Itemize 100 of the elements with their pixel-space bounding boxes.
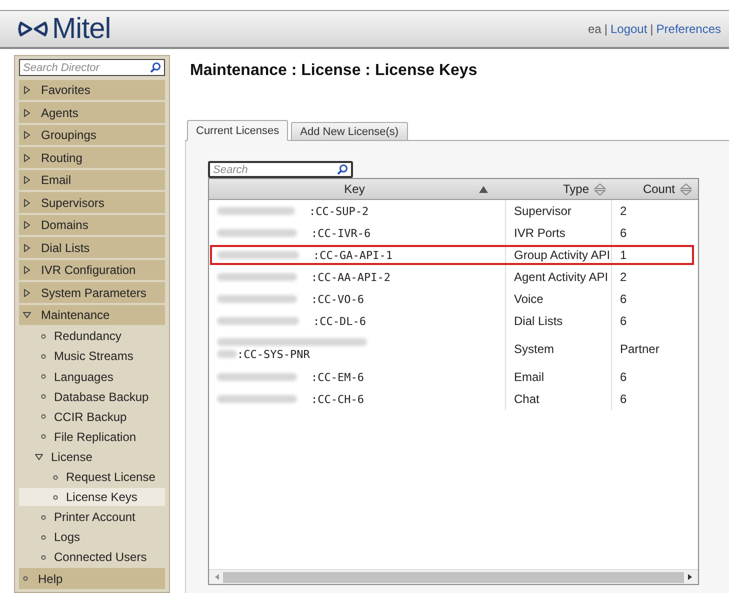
column-header[interactable]: Count (612, 179, 698, 199)
table-row[interactable]: :CC-CH-6 Chat 6 (209, 388, 695, 410)
table-cell-text: 6 (619, 291, 628, 308)
table-cell: :CC-AA-API-2 (311, 270, 390, 284)
table-row[interactable]: :CC-VO-6 Voice 6 (209, 288, 695, 310)
redacted-bar (217, 350, 237, 358)
table-row[interactable]: :CC-IVR-6 IVR Ports 6 (209, 222, 695, 244)
sidebar-item[interactable]: Domains (19, 214, 165, 236)
table-cell: :CC-IVR-6 (311, 226, 371, 240)
logout-link[interactable]: Logout (610, 22, 648, 36)
table-row[interactable]: :CC-SYS-PNR System Partner (209, 332, 695, 366)
table-cell: Dial Lists (506, 310, 612, 332)
table-cell-text: 6 (619, 391, 628, 408)
table-cell: Agent Activity API (506, 266, 612, 288)
collapsed-triangle-icon (23, 176, 31, 184)
sidebar-item[interactable]: License (19, 448, 165, 466)
column-header[interactable]: Type (506, 179, 612, 199)
sidebar-item[interactable]: File Replication (19, 428, 165, 446)
preferences-link[interactable]: Preferences (656, 22, 721, 36)
horizontal-scrollbar[interactable] (209, 569, 698, 584)
table-cell: System (506, 332, 612, 366)
sidebar-item[interactable]: Agents (19, 102, 165, 123)
bullet-icon (41, 554, 46, 560)
sidebar-item[interactable]: Languages (19, 368, 165, 386)
table-cell: IVR Ports (506, 222, 612, 244)
table-row[interactable]: :CC-DL-6 Dial Lists 6 (209, 310, 695, 332)
table-row[interactable]: :CC-AA-API-2 Agent Activity API 2 (209, 266, 695, 288)
table-cell: Group Activity API (506, 244, 612, 266)
sidebar-item[interactable]: IVR Configuration (19, 260, 165, 280)
scroll-left-icon (215, 574, 219, 580)
sidebar-item[interactable]: Logs (19, 528, 165, 546)
tab[interactable]: Current Licenses (187, 120, 288, 141)
sidebar-item[interactable]: Favorites (19, 80, 165, 100)
table-cell: Voice (506, 288, 612, 310)
sidebar-item[interactable]: Supervisors (19, 192, 165, 213)
table-cell: :CC-EM-6 (311, 370, 364, 384)
bullet-icon (53, 474, 58, 480)
bullet-icon (41, 374, 46, 380)
tab[interactable]: Add New License(s) (291, 122, 408, 141)
column-header[interactable]: Key (209, 179, 506, 199)
table-row[interactable]: :CC-EM-6 Email 6 (209, 366, 695, 388)
table-cell-text: Partner (619, 341, 660, 358)
expanded-triangle-icon (23, 311, 31, 320)
separator: | (650, 22, 654, 36)
bullet-icon (41, 534, 46, 540)
collapsed-triangle-icon (23, 221, 31, 230)
search-field[interactable]: Search (208, 161, 353, 178)
search-field[interactable]: Search Director (19, 59, 165, 76)
sidebar-item[interactable]: Connected Users (19, 548, 165, 566)
logo-text: Mitel (52, 12, 111, 46)
bullet-icon (41, 514, 46, 520)
sidebar-item[interactable]: Routing (19, 147, 165, 168)
table-cell: :CC-SYS-PNR (237, 348, 310, 360)
highlighted-row[interactable]: :CC-GA-API-1 Group Activity API 1 (209, 244, 695, 266)
sidebar-item[interactable]: Music Streams (19, 347, 165, 366)
page-title: Maintenance : License : License Keys (190, 62, 478, 80)
table-cell: :CC-SUP-2 (309, 204, 369, 218)
table-cell: :CC-CH-6 (311, 392, 364, 406)
table-cell: :CC-GA-API-1 (313, 248, 392, 262)
table-cell-text: 6 (619, 225, 628, 242)
sidebar-item[interactable]: Email (19, 170, 165, 190)
bullet-icon (41, 394, 46, 400)
scroll-right-icon (688, 574, 692, 580)
collapsed-triangle-icon (23, 266, 31, 274)
user-name: ea (588, 22, 602, 36)
bullet-icon (41, 354, 46, 359)
table-cell: Chat (506, 388, 612, 410)
table-cell: :CC-VO-6 (311, 292, 364, 306)
table-cell: Supervisor (506, 200, 612, 222)
sidebar-item[interactable]: Help (19, 568, 165, 589)
bullet-icon (53, 494, 58, 500)
sidebar-item[interactable]: Groupings (19, 124, 165, 146)
sidebar-item[interactable]: Printer Account (19, 508, 165, 526)
table-cell: :CC-DL-6 (313, 314, 366, 328)
collapsed-triangle-icon (23, 244, 31, 252)
table-row[interactable]: :CC-SUP-2 Supervisor 2 (209, 200, 695, 222)
bullet-icon (41, 334, 46, 339)
scrollbar-thumb[interactable] (223, 572, 684, 582)
bullet-icon (41, 434, 46, 440)
collapsed-triangle-icon (23, 86, 31, 94)
sidebar-item[interactable]: Dial Lists (19, 237, 165, 258)
collapsed-triangle-icon (23, 198, 31, 207)
sidebar-item[interactable]: System Parameters (19, 282, 165, 303)
search-icon (337, 164, 348, 175)
collapsed-triangle-icon (23, 154, 31, 162)
sidebar-item[interactable]: Database Backup (19, 388, 165, 406)
sidebar-item[interactable]: Maintenance (19, 304, 165, 326)
separator: | (604, 22, 608, 36)
table-cell-text: 1 (619, 247, 628, 264)
search-icon (150, 62, 161, 73)
bullet-icon (41, 414, 46, 420)
sidebar-item[interactable]: License Keys (19, 488, 165, 506)
table-cell-text: 6 (619, 369, 628, 386)
collapsed-triangle-icon (23, 108, 31, 117)
logo-icon (18, 20, 48, 38)
sidebar-item[interactable]: Redundancy (19, 327, 165, 346)
sidebar-item[interactable]: CCIR Backup (19, 408, 165, 426)
sidebar-item[interactable]: Request License (19, 468, 165, 486)
table-cell: Email (506, 366, 612, 388)
collapsed-triangle-icon (23, 131, 31, 140)
